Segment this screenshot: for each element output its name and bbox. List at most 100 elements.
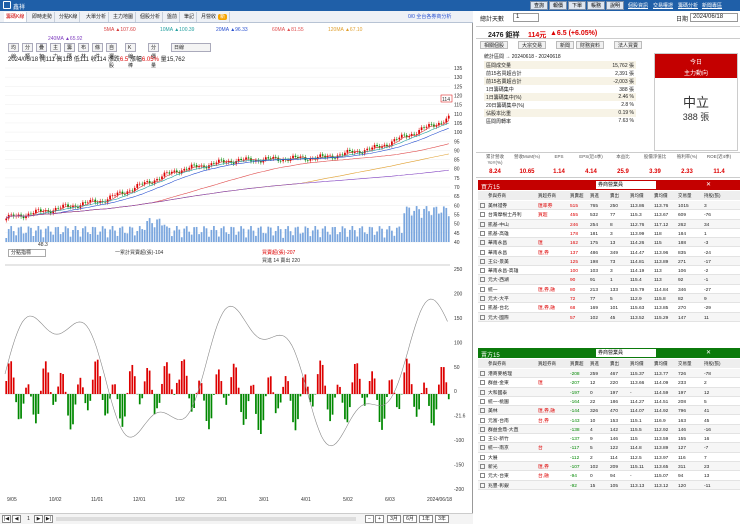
candle-body bbox=[321, 154, 324, 156]
order-button[interactable]: 下單 bbox=[568, 1, 587, 10]
range-1y-button[interactable]: 1年 bbox=[419, 515, 433, 523]
table-row[interactable]: 元大-國際 57 102 45 113.52 115.29 147 11 bbox=[478, 312, 740, 322]
tab-institutional[interactable]: 法人買賣 bbox=[614, 41, 643, 49]
net-buy-bar bbox=[203, 394, 205, 401]
row-checkbox[interactable] bbox=[480, 436, 485, 442]
row-checkbox[interactable] bbox=[480, 482, 485, 488]
table-row[interactable]: 凱基-中山 246 254 8 112.76 117.12 262 34 bbox=[478, 219, 740, 229]
table-row[interactable]: 統一-桃園 -164 22 186 114.27 114.51 208 5 bbox=[478, 396, 740, 407]
row-checkbox[interactable] bbox=[480, 249, 485, 255]
row-checkbox[interactable] bbox=[480, 305, 485, 311]
table-row[interactable]: 大展 -112 2 114 112.5 113.97 116 7 bbox=[478, 452, 740, 462]
table-row[interactable]: 元大-西湖 90 91 1 115.4 113 92 -1 bbox=[478, 275, 740, 285]
row-checkbox[interactable] bbox=[480, 380, 485, 386]
table-row[interactable]: 華南永昌-高雄 100 103 3 114.19 113 106 -2 bbox=[478, 266, 740, 276]
sell-column-header: 參與券商 買超券商 買賣超 買進 賣出 買均價 賣均價 交易量 持股(張) bbox=[478, 359, 740, 368]
range-6m-button[interactable]: 6月 bbox=[403, 515, 417, 523]
buy-broker-select[interactable]: 券商營業員 bbox=[596, 181, 656, 189]
row-checkbox[interactable] bbox=[480, 426, 485, 432]
row-checkbox[interactable] bbox=[480, 286, 485, 292]
days-select[interactable]: 1 bbox=[513, 13, 539, 22]
table-row[interactable]: 凱基-台北 匯,券,融 68 169 101 115.63 113.85 270 -29 bbox=[478, 303, 740, 313]
table-row[interactable]: 統一 匯,券,融 80 213 133 115.79 114.84 346 -27 bbox=[478, 284, 740, 294]
date-picker[interactable]: 2024/06/18 bbox=[690, 13, 738, 22]
row-checkbox[interactable] bbox=[480, 398, 485, 404]
row-checkbox[interactable] bbox=[480, 389, 485, 395]
range-3y-button[interactable]: 3年 bbox=[435, 515, 449, 523]
column-header: 持股(張) bbox=[704, 361, 721, 366]
row-checkbox[interactable] bbox=[480, 464, 485, 469]
table-row[interactable]: 元大-大平 72 77 5 112.9 115.8 82 9 bbox=[478, 294, 740, 304]
last-page-button[interactable]: ▶| bbox=[44, 515, 53, 523]
table-row[interactable]: 凱基-高雄 178 181 3 113.99 118 184 1 bbox=[478, 228, 740, 239]
row-checkbox[interactable] bbox=[480, 371, 485, 376]
row-checkbox[interactable] bbox=[480, 258, 485, 264]
table-row[interactable]: 王公-新竹 -137 9 146 115 113.59 155 16 bbox=[478, 434, 740, 444]
candle-body bbox=[215, 162, 218, 164]
tab-block-trade[interactable]: 大宗交易 bbox=[518, 41, 547, 49]
table-cell: 105 bbox=[610, 483, 619, 489]
query-button[interactable]: 查詢 bbox=[530, 1, 549, 10]
row-checkbox[interactable] bbox=[480, 417, 485, 423]
row-checkbox[interactable] bbox=[480, 408, 485, 414]
candlestick-chart[interactable]: 135 130 125 120 115 110 105 100 95 90 85 80 75 70 65 60… bbox=[0, 11, 473, 501]
stock-info-link[interactable]: 個股資訊 bbox=[628, 2, 648, 9]
net-buy-bar bbox=[126, 392, 129, 394]
quote-button[interactable]: 報價 bbox=[549, 1, 568, 10]
volume-bar bbox=[47, 226, 50, 242]
x-tick-label: 3/01 bbox=[259, 497, 269, 501]
row-checkbox[interactable] bbox=[480, 296, 485, 301]
warrant-link[interactable]: 交易權證 bbox=[653, 2, 673, 9]
table-row[interactable]: 港商麥格理 -208 259 467 115.37 113.77 726 -78 bbox=[478, 369, 740, 379]
row-checkbox[interactable] bbox=[480, 454, 485, 460]
zoom-in-icon[interactable]: + bbox=[375, 515, 384, 523]
buy-close-icon[interactable]: ✕ bbox=[706, 181, 711, 188]
first-page-button[interactable]: |◀ bbox=[2, 515, 11, 523]
tab-financial[interactable]: 財務資料 bbox=[576, 41, 605, 49]
table-row[interactable]: 華南永昌匯 162 175 13 114.26 115 188 -3 bbox=[478, 238, 740, 248]
table-row[interactable]: 兆豐-彰銀 -92 15 105 113.13 113.12 120 -11 bbox=[478, 480, 740, 490]
table-row[interactable]: 華南永昌 匯,券 137 486 349 114.47 113.96 835 -24 bbox=[478, 247, 740, 257]
next-page-button[interactable]: ▶ bbox=[34, 515, 43, 523]
sell-broker-select[interactable]: 券商營業員 bbox=[596, 349, 656, 357]
tab-related[interactable]: 相關個股 bbox=[480, 41, 509, 49]
table-row[interactable]: 大和國泰 -197 0 197-114.59 197 12 bbox=[478, 387, 740, 397]
sell-close-icon[interactable]: ✕ bbox=[706, 349, 711, 356]
table-row[interactable]: 台灣摩根士丹利 買超 455 532 77 115.3 113.67 609 -76 bbox=[478, 210, 740, 220]
tab-news[interactable]: 新聞 bbox=[556, 41, 575, 49]
row-checkbox[interactable] bbox=[480, 212, 485, 218]
chips-link[interactable]: 籌碼分析 bbox=[678, 2, 698, 9]
candle-body bbox=[294, 155, 297, 157]
help-button[interactable]: 說明 bbox=[606, 1, 625, 10]
range-3m-button[interactable]: 3月 bbox=[387, 515, 401, 523]
row-checkbox[interactable] bbox=[480, 277, 485, 283]
prev-page-button[interactable]: ◀ bbox=[12, 515, 21, 523]
volume-bar bbox=[418, 209, 420, 242]
zoom-out-icon[interactable]: − bbox=[365, 515, 374, 523]
table-row[interactable]: 元大-台東 台,融 -94 0 94-115.07 94 13 bbox=[478, 471, 740, 481]
indicator-select[interactable]: 分點指標 bbox=[8, 249, 46, 257]
table-row[interactable]: 美林證券 匯率券 515 765 250 113.86 113.76 1015 3 bbox=[478, 201, 740, 211]
row-checkbox[interactable] bbox=[480, 314, 485, 320]
timeline-scrollbar[interactable] bbox=[56, 517, 356, 521]
row-checkbox[interactable] bbox=[480, 473, 485, 479]
table-row[interactable]: 美林 匯,券,融 -144 326 470 114.07 114.92 796 41 bbox=[478, 406, 740, 416]
table-row[interactable]: 王公-景美 125 198 73 114.81 113.89 271 -17 bbox=[478, 256, 740, 267]
table-row[interactable]: 統一-南京台 -117 5 122 114.8 113.89 127 -7 bbox=[478, 443, 740, 453]
row-checkbox[interactable] bbox=[480, 240, 485, 246]
table-row[interactable]: 群益金鼎-大直 -138 4 142 115.5 112.92 146 -16 bbox=[478, 424, 740, 435]
metric-value: 10.65 bbox=[519, 169, 535, 175]
table-row[interactable]: 群益-金東匯 -207 12 220 113.66 114.09 233 2 bbox=[478, 378, 740, 388]
row-checkbox[interactable] bbox=[480, 268, 485, 274]
table-row[interactable]: 新光 匯,券 -107 102 209 115.11 113.65 311 23 bbox=[478, 462, 740, 472]
net-buy-bar bbox=[84, 394, 87, 404]
volume-bar bbox=[220, 228, 223, 242]
row-checkbox[interactable] bbox=[480, 230, 485, 236]
row-checkbox[interactable] bbox=[480, 203, 485, 208]
account-button[interactable]: 帳務 bbox=[587, 1, 606, 10]
news-link[interactable]: 新聞專區 bbox=[702, 2, 722, 9]
row-checkbox[interactable] bbox=[480, 221, 485, 227]
table-row[interactable]: 元富-台南 台,券 -143 10 153 115.1 116.9 163 45 bbox=[478, 415, 740, 425]
row-checkbox[interactable] bbox=[480, 445, 485, 451]
ma240-line bbox=[6, 169, 449, 219]
